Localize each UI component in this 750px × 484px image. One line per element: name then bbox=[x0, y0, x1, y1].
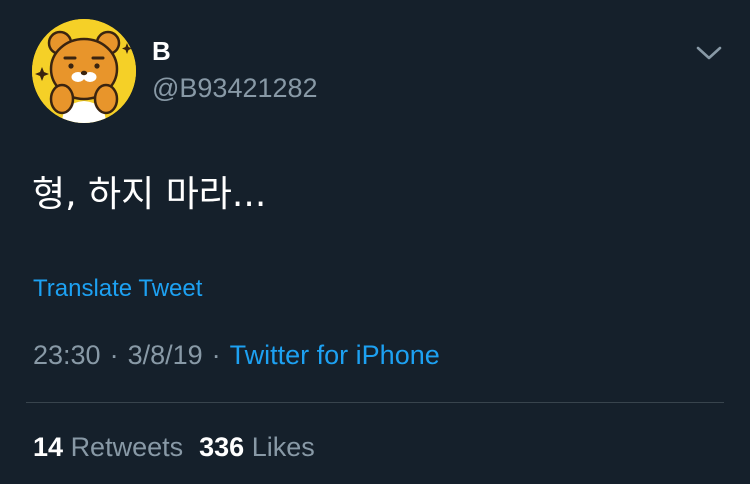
tweet-meta: 23:30 · 3/8/19 · Twitter for iPhone bbox=[33, 338, 440, 372]
retweets-label: Retweets bbox=[70, 432, 184, 462]
tweet-text: 형, 하지 마라... bbox=[32, 174, 267, 215]
tweet-source-link[interactable]: Twitter for iPhone bbox=[230, 340, 440, 370]
divider bbox=[26, 402, 724, 403]
avatar[interactable] bbox=[32, 19, 136, 123]
user-handle[interactable]: @B93421282 bbox=[152, 72, 318, 104]
likes-label: Likes bbox=[251, 432, 315, 462]
tweet-date: 3/8/19 bbox=[127, 340, 203, 370]
tweet-stats: 14 Retweets 336 Likes bbox=[33, 430, 315, 464]
retweets-count: 14 bbox=[33, 432, 64, 462]
bear-avatar-icon bbox=[32, 19, 136, 123]
likes-stat[interactable]: 336 Likes bbox=[199, 432, 315, 462]
chevron-down-icon[interactable] bbox=[694, 42, 724, 64]
meta-separator: · bbox=[109, 340, 119, 370]
retweets-stat[interactable]: 14 Retweets bbox=[33, 432, 183, 462]
meta-separator: · bbox=[211, 340, 221, 370]
display-name[interactable]: B bbox=[152, 36, 171, 66]
likes-count: 336 bbox=[199, 432, 245, 462]
tweet-time: 23:30 bbox=[33, 340, 101, 370]
translate-tweet-link[interactable]: Translate Tweet bbox=[33, 274, 202, 304]
